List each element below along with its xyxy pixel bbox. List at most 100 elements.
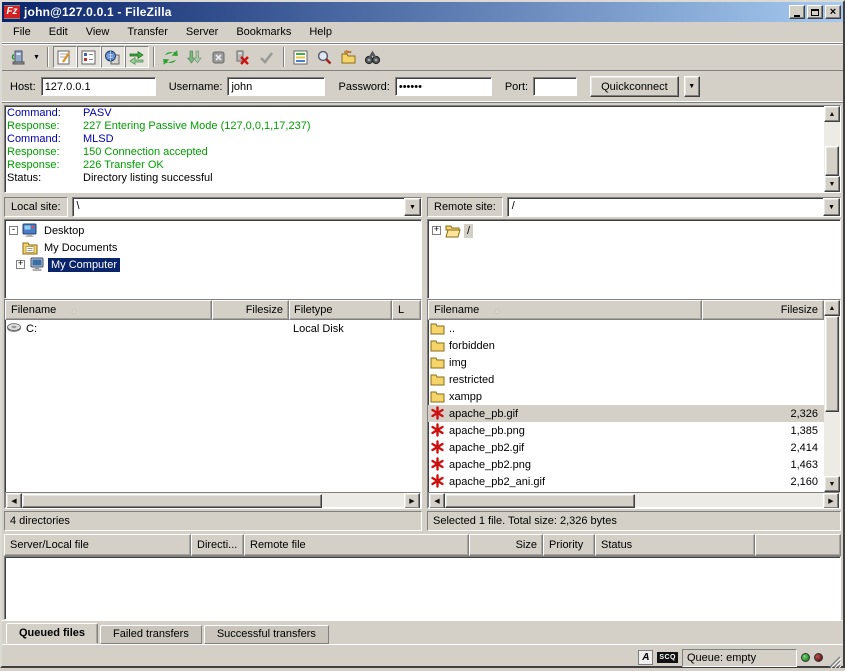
tree-item-my-documents[interactable]: My Documents xyxy=(5,239,421,256)
menu-view[interactable]: View xyxy=(77,24,119,41)
local-list-hscrollbar[interactable]: ◀ ▶ xyxy=(5,492,421,508)
log-line: Response:227 Entering Passive Mode (127,… xyxy=(7,120,822,133)
my-computer-icon xyxy=(29,257,45,272)
transfer-type-indicator-icon[interactable]: A xyxy=(638,650,653,665)
column-direction[interactable]: Directi... xyxy=(191,534,244,556)
scroll-up-icon[interactable]: ▲ xyxy=(824,300,840,316)
log-line: Command:PASV xyxy=(7,107,822,120)
resize-grip[interactable] xyxy=(827,654,841,668)
column-remote-file[interactable]: Remote file xyxy=(244,534,469,556)
site-manager-icon[interactable] xyxy=(6,46,30,68)
file-row[interactable]: .. xyxy=(428,320,824,337)
remote-treeview-toggle-icon[interactable] xyxy=(101,46,125,68)
scq-indicator-icon[interactable]: SCQ xyxy=(657,652,678,663)
file-row[interactable]: apache_pb.png1,385 xyxy=(428,422,824,439)
process-queue-icon[interactable] xyxy=(183,46,207,68)
column-size[interactable]: Size xyxy=(469,534,543,556)
file-row-c-drive[interactable]: C: Local Disk xyxy=(5,320,421,337)
file-row[interactable]: apache_pb2_ani.gif2,160 xyxy=(428,473,824,490)
file-row[interactable]: img xyxy=(428,354,824,371)
scroll-left-icon[interactable]: ◀ xyxy=(6,493,22,509)
scrollbar-thumb[interactable] xyxy=(22,494,322,508)
chevron-down-icon[interactable]: ▼ xyxy=(823,198,840,216)
menu-server[interactable]: Server xyxy=(177,24,227,41)
synchronized-browsing-icon[interactable] xyxy=(361,46,385,68)
column-server-local-file[interactable]: Server/Local file xyxy=(4,534,191,556)
scrollbar-thumb[interactable] xyxy=(825,146,839,176)
host-label: Host: xyxy=(10,81,36,93)
port-input[interactable] xyxy=(533,77,577,96)
menu-bookmarks[interactable]: Bookmarks xyxy=(227,24,300,41)
minimize-icon xyxy=(794,15,800,17)
remote-status-text: Selected 1 file. Total size: 2,326 bytes xyxy=(427,511,841,531)
file-row[interactable]: apache_pb2.png1,463 xyxy=(428,456,824,473)
site-manager-dropdown-icon[interactable]: ▼ xyxy=(30,54,43,61)
column-filesize[interactable]: Filesize xyxy=(212,300,289,320)
tab-queued-files[interactable]: Queued files xyxy=(6,623,98,644)
password-input[interactable] xyxy=(395,77,492,96)
tab-successful-transfers[interactable]: Successful transfers xyxy=(204,625,329,644)
tree-item-root[interactable]: + / xyxy=(428,222,840,239)
scroll-down-icon[interactable]: ▼ xyxy=(824,176,840,192)
tree-item-my-computer[interactable]: + My Computer xyxy=(5,256,421,273)
remote-site-combo[interactable]: / ▼ xyxy=(507,197,841,217)
scrollbar-thumb[interactable] xyxy=(445,494,635,508)
column-filesize[interactable]: Filesize xyxy=(702,300,824,320)
toolbar-separator xyxy=(283,47,285,67)
sort-ascending-icon: ▲ xyxy=(493,306,501,315)
toolbar-separator xyxy=(153,47,155,67)
scroll-left-icon[interactable]: ◀ xyxy=(429,493,445,509)
scrollbar-thumb[interactable] xyxy=(825,316,839,412)
menu-transfer[interactable]: Transfer xyxy=(118,24,177,41)
file-row-selected[interactable]: apache_pb.gif2,326 xyxy=(428,405,824,422)
host-input[interactable] xyxy=(41,77,156,96)
column-filename[interactable]: Filename▲ xyxy=(5,300,212,320)
menu-edit[interactable]: Edit xyxy=(40,24,77,41)
desktop-icon xyxy=(22,223,38,238)
column-filename[interactable]: Filename▲ xyxy=(428,300,702,320)
scroll-down-icon[interactable]: ▼ xyxy=(824,476,840,492)
scroll-right-icon[interactable]: ▶ xyxy=(404,493,420,509)
refresh-icon[interactable] xyxy=(159,46,183,68)
column-last-modified[interactable]: L xyxy=(392,300,421,320)
image-file-icon xyxy=(430,440,446,455)
directory-comparison-icon[interactable] xyxy=(337,46,361,68)
expand-icon[interactable]: + xyxy=(16,260,25,269)
log-scrollbar[interactable]: ▲ ▼ xyxy=(824,106,840,192)
quickconnect-dropdown-icon[interactable]: ▼ xyxy=(684,76,700,97)
collapse-icon[interactable]: - xyxy=(9,226,18,235)
username-input[interactable] xyxy=(227,77,325,96)
disconnect-icon[interactable] xyxy=(231,46,255,68)
cancel-operation-icon[interactable] xyxy=(207,46,231,68)
menu-help[interactable]: Help xyxy=(300,24,341,41)
file-row[interactable]: xampp xyxy=(428,388,824,405)
column-filetype[interactable]: Filetype xyxy=(289,300,392,320)
file-search-icon[interactable] xyxy=(313,46,337,68)
scroll-up-icon[interactable]: ▲ xyxy=(824,106,840,122)
column-status[interactable]: Status xyxy=(595,534,755,556)
quickconnect-button[interactable]: Quickconnect xyxy=(590,76,679,97)
tree-item-desktop[interactable]: - Desktop xyxy=(5,222,421,239)
scroll-right-icon[interactable]: ▶ xyxy=(823,493,839,509)
file-row[interactable]: restricted xyxy=(428,371,824,388)
activity-led-green-icon xyxy=(801,653,810,662)
file-row[interactable]: apache_pb2.gif2,414 xyxy=(428,439,824,456)
remote-list-vscrollbar[interactable]: ▲ ▼ xyxy=(824,300,840,492)
transfer-queue-toggle-icon[interactable] xyxy=(125,46,149,68)
reconnect-icon[interactable] xyxy=(255,46,279,68)
close-icon: × xyxy=(830,7,836,17)
message-log-toggle-icon[interactable] xyxy=(53,46,77,68)
remote-list-hscrollbar[interactable]: ◀ ▶ xyxy=(428,492,840,508)
chevron-down-icon[interactable]: ▼ xyxy=(404,198,421,216)
tab-failed-transfers[interactable]: Failed transfers xyxy=(100,625,202,644)
minimize-button[interactable] xyxy=(789,5,805,19)
directory-listing-filters-icon[interactable] xyxy=(289,46,313,68)
expand-icon[interactable]: + xyxy=(432,226,441,235)
close-button[interactable]: × xyxy=(825,5,841,19)
local-treeview-toggle-icon[interactable] xyxy=(77,46,101,68)
file-row[interactable]: forbidden xyxy=(428,337,824,354)
maximize-button[interactable] xyxy=(807,5,823,19)
column-priority[interactable]: Priority xyxy=(543,534,595,556)
menu-file[interactable]: File xyxy=(4,24,40,41)
local-site-combo[interactable]: \ ▼ xyxy=(72,197,422,217)
